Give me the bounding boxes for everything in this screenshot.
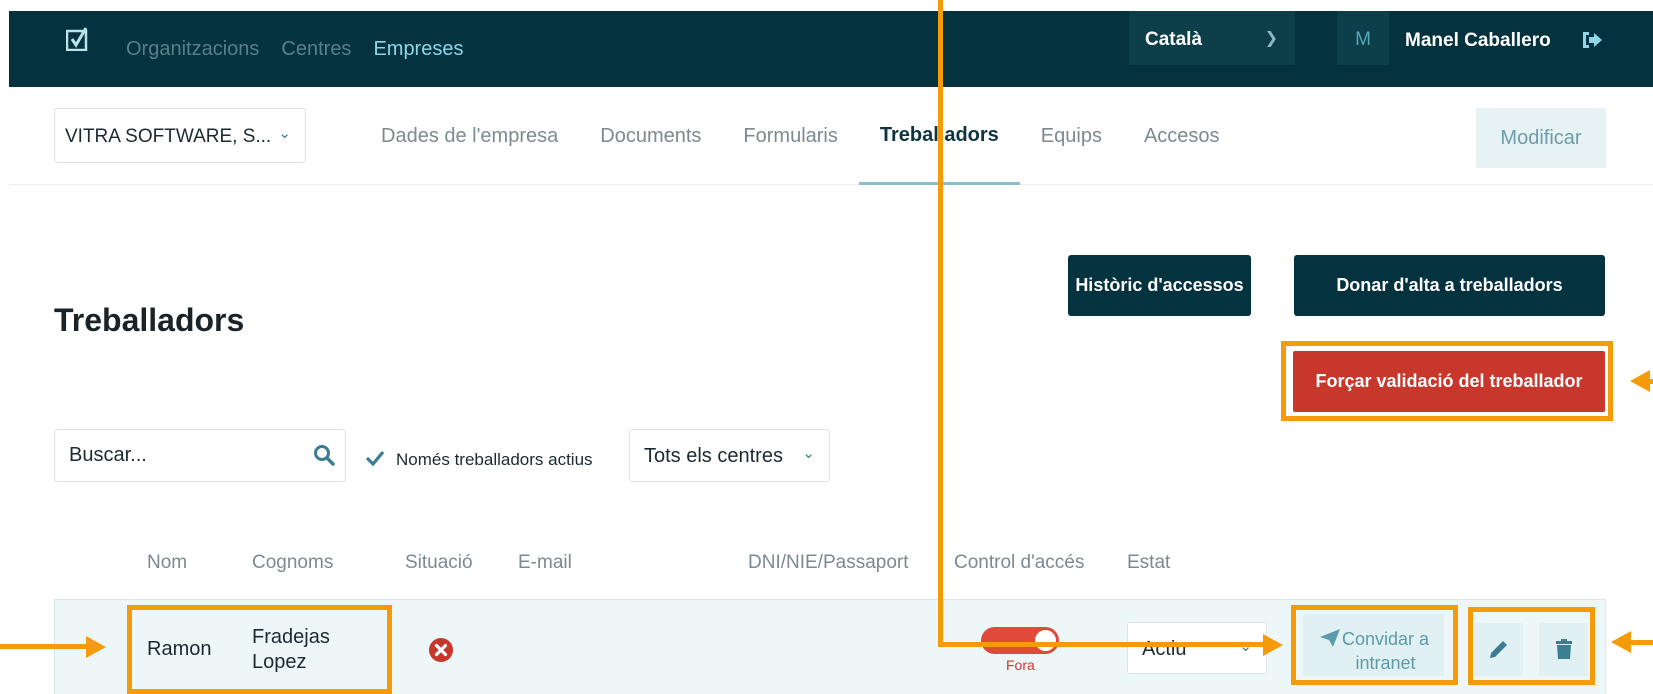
nav-empreses[interactable]: Empreses: [373, 38, 463, 61]
language-value: Català: [1145, 29, 1203, 50]
chevron-down-icon: ❯: [1264, 30, 1278, 47]
tab-formularis[interactable]: Formularis: [722, 88, 858, 185]
search-box: [54, 429, 346, 482]
tab-dades[interactable]: Dades de l'empresa: [360, 88, 579, 185]
access-history-button[interactable]: Històric d'accessos: [1068, 255, 1251, 316]
col-access-control[interactable]: Control d'accés: [954, 552, 1084, 574]
chevron-down-icon: ⌄: [802, 445, 815, 462]
col-situacio[interactable]: Situació: [405, 552, 473, 574]
company-name: VITRA SOFTWARE, S...: [65, 126, 272, 147]
access-toggle[interactable]: [981, 627, 1059, 654]
add-workers-button[interactable]: Donar d'alta a treballadors: [1294, 255, 1605, 316]
annotation-box-invite: [1291, 605, 1458, 685]
nav-organitzacions[interactable]: Organitzacions: [126, 38, 259, 61]
tab-equips[interactable]: Equips: [1020, 88, 1123, 185]
col-dni[interactable]: DNI/NIE/Passaport: [748, 552, 909, 574]
search-icon[interactable]: [313, 444, 335, 466]
tab-accesos[interactable]: Accesos: [1123, 88, 1241, 185]
language-select[interactable]: Català ❯: [1129, 11, 1295, 65]
access-state-label: Fora: [1006, 657, 1035, 673]
page-title: Treballadors: [54, 302, 245, 338]
annotation-arrow-right: [86, 636, 106, 658]
annotation-line-left: [0, 644, 88, 649]
centres-value: Tots els centres: [644, 445, 783, 467]
tab-documents[interactable]: Documents: [579, 88, 722, 185]
estat-select[interactable]: Actiu ⌄: [1127, 622, 1267, 674]
annotation-box-actions: [1468, 607, 1595, 685]
logout-icon[interactable]: [1581, 30, 1603, 50]
nav-centres[interactable]: Centres: [281, 38, 351, 61]
col-nom[interactable]: Nom: [147, 552, 187, 574]
annotation-line-horizontal: [938, 642, 1265, 647]
annotation-arrow-left: [1630, 370, 1650, 392]
annotation-line-vertical: [938, 0, 943, 647]
annotation-line-right: [1629, 640, 1653, 645]
col-cognoms[interactable]: Cognoms: [252, 552, 333, 574]
col-estat[interactable]: Estat: [1127, 552, 1170, 574]
user-name[interactable]: Manel Caballero: [1405, 30, 1551, 52]
centres-select[interactable]: Tots els centres ⌄: [629, 429, 830, 482]
company-tabs: Dades de l'empresa Documents Formularis …: [360, 88, 1241, 185]
active-only-label[interactable]: Només treballadors actius: [396, 450, 593, 470]
annotation-box-force-button: [1281, 341, 1613, 421]
error-circle-icon: [429, 638, 453, 662]
active-only-checkbox[interactable]: [365, 449, 385, 467]
annotation-box-name-cells: [127, 605, 392, 694]
checkbox-logo-icon[interactable]: [66, 27, 90, 51]
company-subnav: VITRA SOFTWARE, S... ⌄ Dades de l'empres…: [9, 88, 1653, 185]
modify-button[interactable]: Modificar: [1476, 108, 1606, 168]
chevron-down-icon: ⌄: [278, 125, 291, 142]
top-navbar: Organitzacions Centres Empreses Català ❯…: [9, 11, 1653, 87]
main-nav: Organitzacions Centres Empreses: [126, 38, 463, 61]
col-email[interactable]: E-mail: [518, 552, 572, 574]
app-page: Organitzacions Centres Empreses Català ❯…: [0, 0, 1653, 694]
annotation-line-short: [1648, 379, 1653, 384]
search-input[interactable]: [55, 430, 275, 480]
avatar[interactable]: M: [1337, 11, 1389, 65]
company-select[interactable]: VITRA SOFTWARE, S... ⌄: [54, 108, 306, 163]
annotation-arrow-left: [1611, 631, 1631, 653]
annotation-arrow-right: [1263, 634, 1283, 656]
toggle-knob: [1035, 630, 1056, 651]
